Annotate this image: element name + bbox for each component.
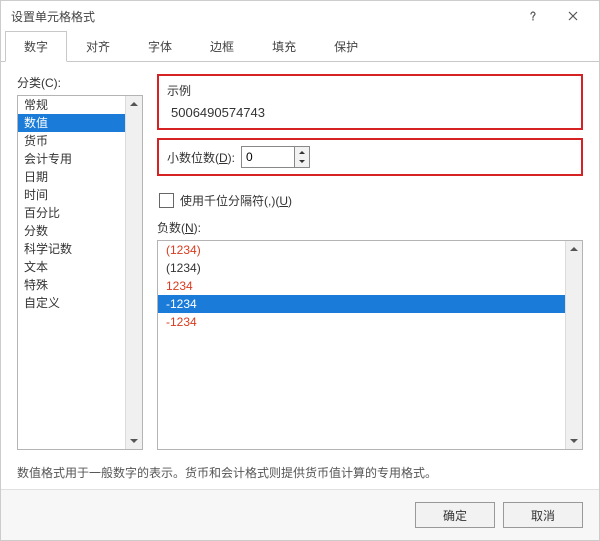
category-item[interactable]: 百分比 (18, 204, 142, 222)
sample-value: 5006490574743 (167, 103, 573, 122)
dialog-body: 分类(C): 常规数值货币会计专用日期时间百分比分数科学记数文本特殊自定义 示例… (1, 62, 599, 489)
decimal-highlight-box: 小数位数(D): (157, 138, 583, 176)
category-item[interactable]: 日期 (18, 168, 142, 186)
category-column: 分类(C): 常规数值货币会计专用日期时间百分比分数科学记数文本特殊自定义 (17, 74, 143, 450)
decimal-label: 小数位数(D): (167, 149, 235, 166)
thousands-row: 使用千位分隔符(,)(U) (159, 192, 583, 209)
negative-format-item[interactable]: -1234 (158, 313, 582, 331)
category-item[interactable]: 常规 (18, 96, 142, 114)
close-button[interactable] (553, 2, 593, 30)
spinner-up[interactable] (295, 147, 309, 157)
window-title: 设置单元格格式 (11, 8, 513, 25)
category-item[interactable]: 科学记数 (18, 240, 142, 258)
spinner-down[interactable] (295, 157, 309, 167)
category-list-inner: 常规数值货币会计专用日期时间百分比分数科学记数文本特殊自定义 (18, 96, 142, 449)
category-listbox[interactable]: 常规数值货币会计专用日期时间百分比分数科学记数文本特殊自定义 (17, 95, 143, 450)
cancel-button[interactable]: 取消 (503, 502, 583, 528)
description-text: 数值格式用于一般数字的表示。货币和会计格式则提供货币值计算的专用格式。 (17, 464, 583, 481)
scrollbar[interactable] (565, 241, 582, 449)
negative-format-item[interactable]: 1234 (158, 277, 582, 295)
tab-对齐[interactable]: 对齐 (67, 31, 129, 62)
category-item[interactable]: 自定义 (18, 294, 142, 312)
category-label: 分类(C): (17, 74, 143, 91)
tab-填充[interactable]: 填充 (253, 31, 315, 62)
scroll-down-arrow[interactable] (126, 433, 142, 449)
tab-保护[interactable]: 保护 (315, 31, 377, 62)
decimal-spinner[interactable] (241, 146, 310, 168)
decimal-row: 小数位数(D): (167, 146, 573, 168)
negative-format-item[interactable]: (1234) (158, 241, 582, 259)
sample-label: 示例 (167, 82, 573, 99)
main-row: 分类(C): 常规数值货币会计专用日期时间百分比分数科学记数文本特殊自定义 示例… (17, 74, 583, 450)
tab-strip: 数字对齐字体边框填充保护 (1, 31, 599, 62)
scroll-down-arrow[interactable] (566, 433, 582, 449)
dialog-footer: 确定 取消 (1, 489, 599, 540)
category-item[interactable]: 分数 (18, 222, 142, 240)
scroll-up-arrow[interactable] (566, 241, 582, 257)
sample-highlight-box: 示例 5006490574743 (157, 74, 583, 130)
category-item[interactable]: 会计专用 (18, 150, 142, 168)
negatives-listbox[interactable]: (1234)(1234)1234-1234-1234 (157, 240, 583, 450)
negative-format-item[interactable]: -1234 (158, 295, 582, 313)
settings-column: 示例 5006490574743 小数位数(D): (157, 74, 583, 450)
negatives-label: 负数(N): (157, 219, 583, 236)
decimal-input[interactable] (242, 147, 294, 167)
tab-字体[interactable]: 字体 (129, 31, 191, 62)
help-button[interactable] (513, 2, 553, 30)
spinner-buttons (294, 147, 309, 167)
category-item[interactable]: 货币 (18, 132, 142, 150)
category-item[interactable]: 文本 (18, 258, 142, 276)
category-item[interactable]: 时间 (18, 186, 142, 204)
scroll-up-arrow[interactable] (126, 96, 142, 112)
scrollbar[interactable] (125, 96, 142, 449)
dialog-window: 设置单元格格式 数字对齐字体边框填充保护 分类(C): 常规数值货币会计专用日期… (0, 0, 600, 541)
category-item[interactable]: 特殊 (18, 276, 142, 294)
negative-format-item[interactable]: (1234) (158, 259, 582, 277)
titlebar: 设置单元格格式 (1, 1, 599, 31)
tab-数字[interactable]: 数字 (5, 31, 67, 62)
tab-边框[interactable]: 边框 (191, 31, 253, 62)
thousands-checkbox[interactable] (159, 193, 174, 208)
ok-button[interactable]: 确定 (415, 502, 495, 528)
thousands-label: 使用千位分隔符(,)(U) (180, 192, 292, 209)
category-item[interactable]: 数值 (18, 114, 142, 132)
